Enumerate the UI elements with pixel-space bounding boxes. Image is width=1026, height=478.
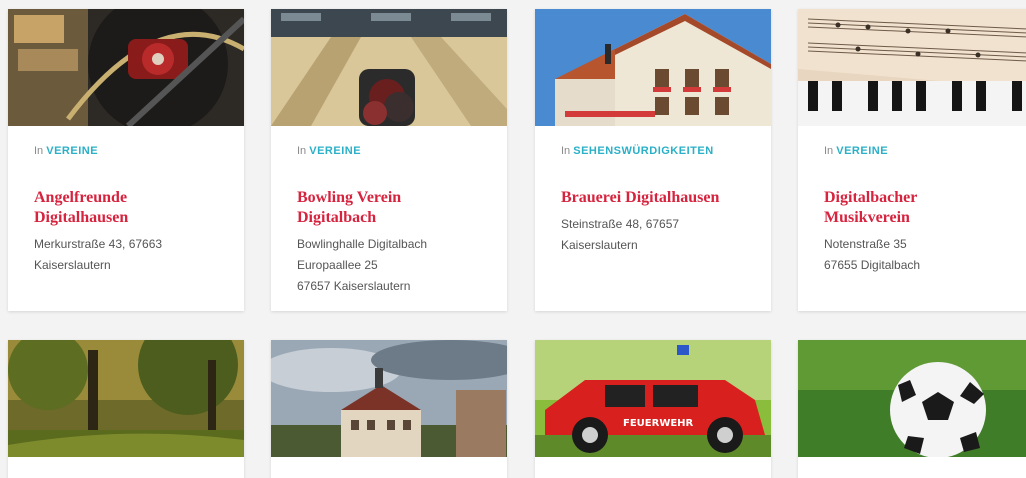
town-buildings-image (271, 340, 507, 457)
title-line[interactable]: Brauerei Digitalhausen (561, 188, 745, 208)
place-card-bowling[interactable]: In VEREINE Bowling Verein Digitalbach Bo… (271, 9, 507, 311)
place-title[interactable]: Digitalbacher Musikverein (824, 188, 1008, 228)
bowling-alley-image (271, 9, 507, 126)
place-title[interactable]: Brauerei Digitalhausen (561, 188, 745, 208)
category-prefix: In (297, 145, 307, 157)
category-link[interactable]: VEREINE (309, 145, 361, 157)
fire-brigade-toy-car-image: FEUERWEHR (535, 340, 771, 457)
title-line[interactable]: Musikverein (824, 208, 1008, 228)
address-line: Notenstraße 35 (824, 237, 907, 251)
place-address: Steinstraße 48, 67657 Kaiserslautern (561, 214, 745, 256)
category-prefix: In (824, 145, 834, 157)
place-address: Bowlinghalle Digitalbach Europaallee 25 … (297, 234, 481, 297)
category-prefix: In (34, 145, 44, 157)
place-title[interactable]: Bowling Verein Digitalbach (297, 188, 481, 228)
category-label: In SEHENSWÜRDIGKEITEN (561, 144, 745, 158)
card-image[interactable] (271, 9, 507, 126)
card-image[interactable] (8, 9, 244, 126)
card-image[interactable] (8, 340, 244, 457)
card-image[interactable] (535, 9, 771, 126)
place-card-row2-2[interactable] (271, 340, 507, 478)
fishing-reel-image (8, 9, 244, 126)
address-line: 67657 Kaiserslautern (297, 279, 411, 293)
category-label: In VEREINE (34, 144, 218, 158)
place-card-brauerei[interactable]: In SEHENSWÜRDIGKEITEN Brauerei Digitalha… (535, 9, 771, 311)
card-image[interactable] (798, 340, 1026, 457)
sheet-music-piano-image (798, 9, 1026, 126)
car-lettering: FEUERWEHR (623, 418, 694, 429)
place-card-row2-1[interactable] (8, 340, 244, 478)
address-line: Merkurstraße 43, 67663 (34, 237, 163, 251)
place-card-angelfreunde[interactable]: In VEREINE Angelfreunde Digitalhausen Me… (8, 9, 244, 311)
place-title[interactable]: Angelfreunde Digitalhausen (34, 188, 218, 228)
address-line: Kaiserslautern (561, 238, 638, 252)
places-grid: In VEREINE Angelfreunde Digitalhausen Me… (0, 0, 1026, 478)
title-line[interactable]: Angelfreunde (34, 188, 218, 208)
place-address: Merkurstraße 43, 67663 Kaiserslautern (34, 234, 218, 276)
category-link[interactable]: VEREINE (46, 145, 98, 157)
title-line[interactable]: Digitalbacher (824, 188, 1008, 208)
place-card-row2-3[interactable]: FEUERWEHR (535, 340, 771, 478)
brewery-building-image (535, 9, 771, 126)
category-link[interactable]: VEREINE (836, 145, 888, 157)
title-line[interactable]: Bowling Verein (297, 188, 481, 208)
address-line: Steinstraße 48, 67657 (561, 217, 680, 231)
address-line: Europaallee 25 (297, 258, 378, 272)
address-line: Bowlinghalle Digitalbach (297, 237, 428, 251)
category-link[interactable]: SEHENSWÜRDIGKEITEN (573, 145, 713, 157)
place-address: Notenstraße 35 67655 Digitalbach (824, 234, 1008, 276)
card-image[interactable] (271, 340, 507, 457)
category-label: In VEREINE (824, 144, 1008, 158)
place-card-musikverein[interactable]: In VEREINE Digitalbacher Musikverein Not… (798, 9, 1026, 311)
title-line[interactable]: Digitalbach (297, 208, 481, 228)
category-prefix: In (561, 145, 571, 157)
address-line: 67655 Digitalbach (824, 258, 921, 272)
place-card-row2-4[interactable] (798, 340, 1026, 478)
title-line[interactable]: Digitalhausen (34, 208, 218, 228)
category-label: In VEREINE (297, 144, 481, 158)
address-line: Kaiserslautern (34, 258, 111, 272)
card-image[interactable]: FEUERWEHR (535, 340, 771, 457)
card-image[interactable] (798, 9, 1026, 126)
forest-park-image (8, 340, 244, 457)
soccer-ball-image (798, 340, 1026, 457)
